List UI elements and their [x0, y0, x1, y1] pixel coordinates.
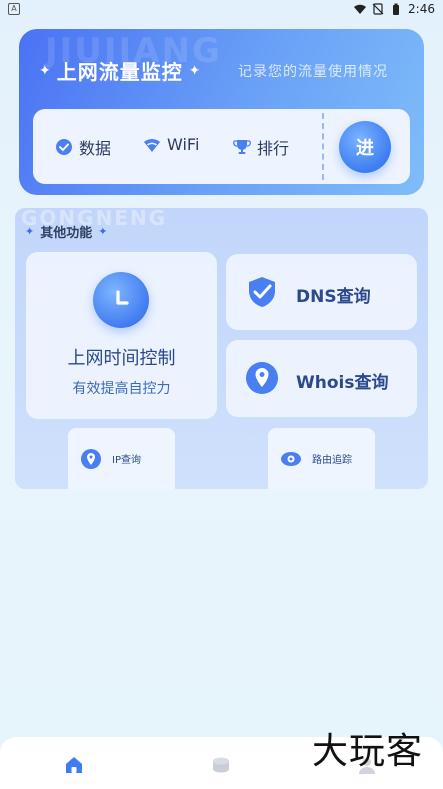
- panel-title: 其他功能: [40, 226, 93, 241]
- home-icon[interactable]: [64, 755, 84, 775]
- time-control-subtitle: 有效提高自控力: [72, 381, 171, 397]
- route-trace-tile[interactable]: 路由追踪: [268, 428, 375, 489]
- status-bar: A 2:46: [0, 0, 443, 20]
- nav-label: 数据: [79, 139, 112, 158]
- time-control-tile[interactable]: 上网时间控制 有效提高自控力: [26, 252, 217, 419]
- nav-item-ranking[interactable]: 排行: [233, 135, 289, 159]
- panel-title-row: ✦ 其他功能 ✦: [25, 222, 107, 241]
- other-functions-panel: GONGNENG ✦ 其他功能 ✦ 上网时间控制 有效提高自控力 DNS查询 W…: [15, 208, 428, 489]
- ip-query-label: IP查询: [112, 455, 141, 466]
- trophy-icon: [233, 138, 251, 156]
- clock-icon: [93, 272, 149, 328]
- sparkle-icon: ✦: [188, 62, 201, 79]
- enter-button[interactable]: 进: [339, 121, 391, 173]
- route-trace-label: 路由追踪: [312, 455, 352, 466]
- time-control-title: 上网时间控制: [67, 348, 176, 369]
- sparkle-icon: ✦: [98, 225, 108, 238]
- sparkle-icon: ✦: [39, 62, 51, 79]
- location-pin-icon: [246, 362, 278, 394]
- location-pin-icon: [81, 449, 101, 469]
- check-circle-icon: [55, 138, 73, 156]
- nav-label: 排行: [257, 139, 290, 158]
- ip-query-tile[interactable]: IP查询: [68, 428, 175, 489]
- shield-check-icon: [249, 277, 275, 307]
- status-icons: 2:46: [354, 2, 435, 16]
- no-sim-icon: [372, 3, 384, 15]
- traffic-monitor-card[interactable]: JIUJIANG ✦ 上网流量监控 ✦ 记录您的流量使用情况 数据 WiFi 排…: [19, 29, 424, 195]
- dashed-divider: [322, 113, 324, 180]
- wifi-icon: [143, 136, 161, 154]
- dns-query-tile[interactable]: DNS查询: [226, 254, 417, 330]
- whois-query-tile[interactable]: Whois查询: [226, 340, 417, 417]
- notification-badge: A: [8, 3, 20, 15]
- card-nav-panel: 数据 WiFi 排行 进: [33, 109, 410, 184]
- brand-watermark: 大玩客: [311, 731, 423, 772]
- nav-item-wifi[interactable]: WiFi: [143, 135, 199, 154]
- route-icon: [281, 452, 301, 466]
- card-subtitle: 记录您的流量使用情况: [238, 64, 388, 80]
- nav-item-data[interactable]: 数据: [55, 135, 111, 159]
- whois-query-label: Whois查询: [296, 373, 389, 393]
- card-title: 上网流量监控: [56, 60, 183, 84]
- wifi-status-icon: [354, 4, 367, 14]
- status-time: 2:46: [408, 2, 435, 16]
- box-icon[interactable]: [211, 755, 231, 775]
- sparkle-icon: ✦: [25, 225, 35, 238]
- card-title-row: ✦ 上网流量监控 ✦: [39, 56, 200, 85]
- dns-query-label: DNS查询: [296, 287, 371, 307]
- battery-icon: [393, 3, 400, 15]
- nav-label: WiFi: [167, 135, 200, 154]
